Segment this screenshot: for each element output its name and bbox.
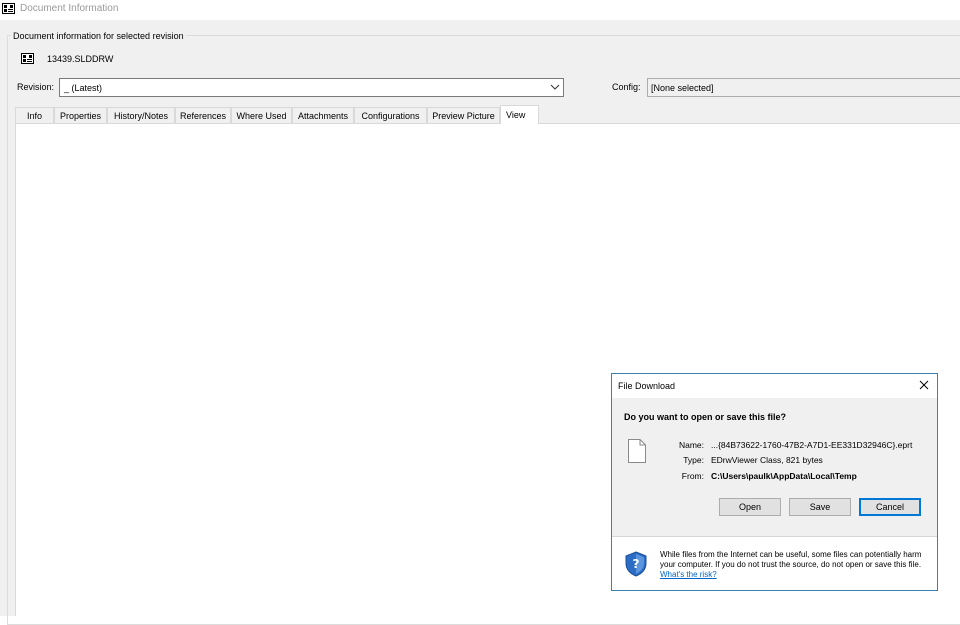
document-info-icon [2,3,15,14]
from-value: C:\Users\paulk\AppData\Local\Temp [711,471,857,481]
revision-label: Revision: [17,82,55,92]
chevron-down-icon [550,84,560,90]
shield-question-icon: ? [625,551,647,577]
save-button[interactable]: Save [789,498,851,516]
tab-history-notes[interactable]: History/Notes [107,107,175,123]
revision-value: _ (Latest) [64,83,103,93]
tab-preview-picture[interactable]: Preview Picture [427,107,500,123]
tab-where-used[interactable]: Where Used [231,107,292,123]
cancel-button[interactable]: Cancel [859,498,921,516]
config-field[interactable]: [None selected] [647,78,960,97]
tab-info[interactable]: Info [15,107,54,123]
tab-configurations[interactable]: Configurations [354,107,427,123]
groupbox-legend: Document information for selected revisi… [11,31,186,41]
tab-view[interactable]: View [500,105,539,124]
document-name: 13439.SLDDRW [47,54,114,64]
dialog-question: Do you want to open or save this file? [624,412,787,422]
type-label: Type: [683,455,704,465]
drawing-file-icon [21,53,34,64]
config-value: [None selected] [651,83,714,93]
file-download-dialog: File Download Do you want to open or sav… [611,373,938,591]
dialog-title: File Download [618,381,676,391]
tab-references[interactable]: References [175,107,231,123]
window-title: Document Information [20,3,119,14]
tab-attachments[interactable]: Attachments [292,107,354,123]
from-label: From: [681,471,704,481]
blank-file-icon [628,439,646,463]
open-button[interactable]: Open [719,498,781,516]
tab-properties[interactable]: Properties [54,107,107,123]
svg-text:?: ? [633,557,640,571]
warning-message: While files from the Internet can be use… [660,550,922,569]
warning-text: While files from the Internet can be use… [660,550,928,580]
revision-dropdown[interactable]: _ (Latest) [59,78,564,97]
type-value: EDrwViewer Class, 821 bytes [711,455,823,465]
config-label: Config: [612,82,641,92]
name-value: ...{84B73622-1760-47B2-A7D1-EE331D32946C… [711,440,913,450]
name-label: Name: [678,440,704,450]
whats-the-risk-link[interactable]: What's the risk? [660,570,717,579]
dialog-warning-area: ? While files from the Internet can be u… [612,537,937,590]
close-icon[interactable] [917,378,931,392]
title-bar: Document Information [0,0,960,20]
dialog-title-bar: File Download [612,374,937,398]
